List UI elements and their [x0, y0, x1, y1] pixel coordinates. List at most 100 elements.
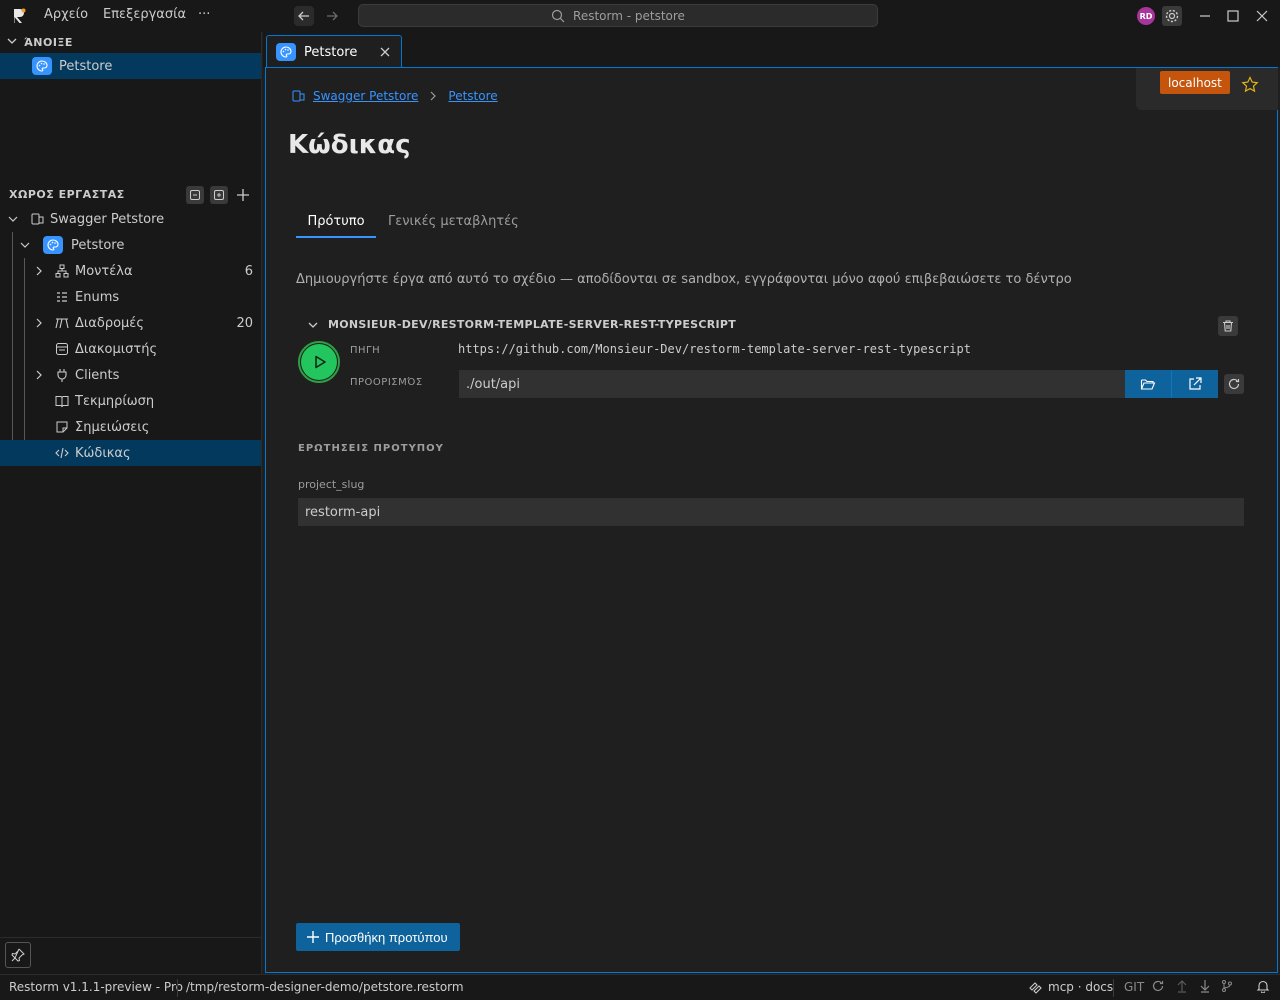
tree-project[interactable]: Petstore	[0, 232, 261, 258]
git-branch-button[interactable]	[1220, 979, 1234, 993]
divider	[177, 979, 178, 997]
tree-root[interactable]: Swagger Petstore	[0, 206, 261, 232]
tree-item-label: Διακομιστής	[75, 341, 158, 357]
tree-project-label: Petstore	[71, 237, 125, 253]
tree-item-label: Clients	[75, 367, 120, 383]
template-questions-header: ΕΡΩΤΗΣΕΙΣ ΠΡΟΤΥΠΟΥ	[298, 443, 444, 454]
tree-item-label: Enums	[75, 289, 120, 305]
star-icon	[1241, 76, 1259, 93]
mcp-docs-link[interactable]: mcp · docs	[1048, 980, 1113, 994]
menu-more[interactable]: ···	[198, 7, 210, 22]
maximize-button[interactable]	[1223, 6, 1243, 26]
collapse-all-button[interactable]	[186, 186, 204, 204]
open-item-label: Petstore	[59, 58, 113, 74]
template-collapse-toggle[interactable]	[306, 318, 320, 332]
status-bar: Restorm v1.1.1-preview - Pro /tmp/restor…	[0, 974, 1280, 1000]
settings-button[interactable]	[1162, 6, 1182, 26]
book-icon	[55, 396, 69, 408]
refresh-button[interactable]	[1224, 374, 1244, 394]
open-item-petstore[interactable]: Petstore	[0, 53, 261, 79]
git-refresh-button[interactable]	[1151, 979, 1165, 993]
close-window-button[interactable]	[1252, 6, 1272, 26]
refresh-icon	[1228, 378, 1240, 390]
tree-item-server[interactable]: Διακομιστής	[0, 336, 261, 362]
tree-root-label: Swagger Petstore	[50, 211, 165, 227]
palette-icon	[32, 57, 52, 75]
run-button-inner	[301, 344, 337, 380]
api-icon	[31, 213, 44, 225]
gear-icon	[1162, 6, 1182, 26]
forward-button[interactable]	[322, 6, 342, 26]
git-pull-button[interactable]	[1198, 979, 1212, 993]
favorite-button[interactable]	[1240, 75, 1260, 95]
divider	[1113, 979, 1114, 997]
open-section-label: ΆΝΟΙΞΕ	[24, 35, 73, 49]
chevron-down-icon	[7, 38, 17, 44]
tree-item-models[interactable]: Μοντέλα 6	[0, 258, 261, 284]
models-icon	[55, 264, 69, 278]
pin-button[interactable]	[5, 942, 31, 968]
plus-icon	[307, 931, 319, 943]
run-template-button[interactable]	[298, 341, 340, 383]
tree-item-notes[interactable]: Σημειώσεις	[0, 414, 261, 440]
git-push-button[interactable]	[1175, 979, 1189, 993]
trash-icon	[1223, 320, 1233, 332]
tab-template[interactable]: Πρότυπο	[296, 212, 376, 238]
browse-folder-button[interactable]	[1125, 370, 1171, 398]
api-icon	[292, 90, 305, 102]
version-text: Restorm v1.1.1-preview - Pro	[9, 980, 183, 994]
open-external-button[interactable]	[1171, 370, 1218, 398]
chevron-right-icon	[36, 370, 42, 380]
menu-file[interactable]: Αρχείο	[44, 7, 88, 22]
avatar[interactable]: RD	[1137, 7, 1155, 25]
command-search[interactable]: Restorm - petstore	[358, 4, 878, 27]
arrow-right-icon	[327, 11, 338, 21]
chevron-right-icon	[36, 266, 42, 276]
description-text: Δημιουργήστε έργα από αυτό το σχέδιο — α…	[296, 272, 1072, 287]
close-icon	[1256, 10, 1268, 22]
add-button[interactable]	[234, 186, 252, 204]
delete-template-button[interactable]	[1218, 316, 1238, 336]
environment-badge[interactable]: localhost	[1160, 71, 1230, 94]
plug-icon	[57, 369, 67, 382]
collapse-all-icon	[190, 190, 200, 200]
add-template-button[interactable]: Προσθήκη προτύπου	[296, 923, 460, 951]
new-folder-button[interactable]	[210, 186, 228, 204]
item-count: 6	[244, 263, 253, 279]
destination-input[interactable]	[459, 370, 1125, 398]
chevron-right-icon	[36, 318, 42, 328]
routes-icon	[55, 318, 69, 329]
source-label: ΠΗΓΗ	[350, 345, 381, 356]
enums-icon	[57, 292, 67, 302]
tree-item-label: Διαδρομές	[75, 315, 144, 331]
open-section-header[interactable]: ΆΝΟΙΞΕ	[0, 32, 262, 52]
tree-item-docs[interactable]: Τεκμηρίωση	[0, 388, 261, 414]
template-name: MONSIEUR-DEV/RESTORM-TEMPLATE-SERVER-RES…	[328, 318, 737, 331]
tree-item-enums[interactable]: Enums	[0, 284, 261, 310]
arrow-up-icon	[1177, 980, 1187, 993]
minimize-icon	[1200, 15, 1210, 17]
chevron-right-icon	[430, 91, 437, 101]
close-icon[interactable]	[379, 46, 391, 58]
tree-item-code[interactable]: Κώδικας	[0, 440, 261, 466]
search-icon	[551, 9, 565, 22]
breadcrumb-project-link[interactable]: Petstore	[448, 89, 497, 103]
git-branch-icon	[1222, 980, 1232, 992]
minimize-button[interactable]	[1195, 6, 1215, 26]
back-button[interactable]	[294, 6, 314, 26]
play-icon	[315, 355, 326, 369]
editor-tab-petstore[interactable]: Petstore	[266, 35, 402, 68]
tree-item-routes[interactable]: Διαδρομές 20	[0, 310, 261, 336]
tree-item-clients[interactable]: Clients	[0, 362, 261, 388]
new-folder-icon	[214, 190, 224, 200]
breadcrumb-root-link[interactable]: Swagger Petstore	[313, 89, 418, 103]
notifications-button[interactable]	[1256, 979, 1270, 993]
tab-global-variables[interactable]: Γενικές μεταβλητές	[388, 212, 519, 238]
menu-edit[interactable]: Επεξεργασία	[103, 7, 186, 22]
editor-tab-label: Petstore	[304, 44, 358, 60]
file-path[interactable]: /tmp/restorm-designer-demo/petstore.rest…	[186, 980, 464, 994]
arrow-down-icon	[1200, 980, 1210, 993]
project-slug-label: project_slug	[298, 478, 365, 491]
palette-icon	[276, 43, 296, 61]
project-slug-input[interactable]	[298, 498, 1244, 526]
